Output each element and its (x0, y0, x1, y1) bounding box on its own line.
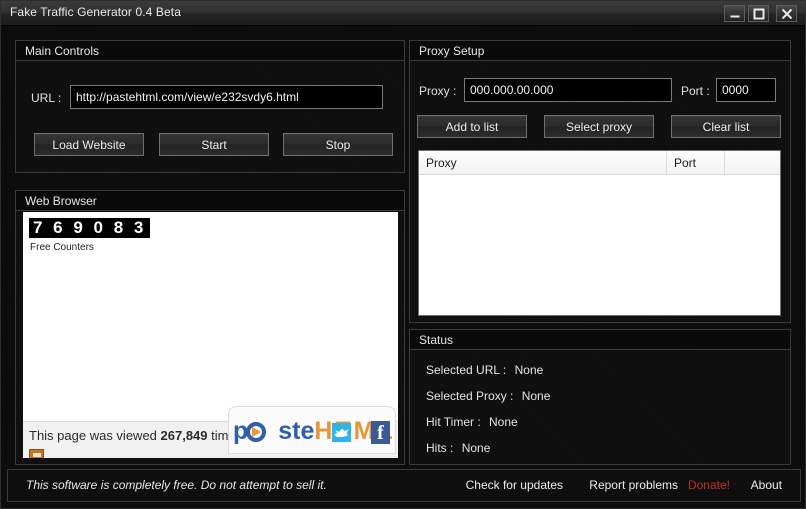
proxy-setup-header: Proxy Setup (410, 41, 790, 61)
window-title: Fake Traffic Generator 0.4 Beta (10, 5, 181, 19)
column-header-extra[interactable] (725, 151, 780, 174)
facebook-f-glyph: f (377, 422, 384, 444)
close-button[interactable] (776, 5, 797, 22)
status-title: Status (419, 333, 454, 347)
status-row: Hit Timer : None (426, 415, 518, 429)
proxy-setup-title: Proxy Setup (419, 44, 485, 58)
web-browser-header: Web Browser (16, 191, 404, 211)
disclaimer-text: This software is completely free. Do not… (26, 478, 327, 492)
browser-viewport[interactable]: 7 6 9 0 8 3 Free Counters This page was … (23, 212, 398, 458)
clear-list-button[interactable]: Clear list (671, 115, 781, 138)
url-input[interactable] (70, 85, 383, 109)
status-row: Hits : None (426, 441, 490, 455)
status-row: Selected URL : None (426, 363, 543, 377)
facebook-icon[interactable]: f (371, 421, 390, 444)
proxy-setup-group: Proxy Setup Proxy : Port : Add to list S… (409, 40, 791, 323)
main-controls-title: Main Controls (25, 44, 100, 58)
proxy-list[interactable]: Proxy Port (418, 150, 781, 316)
status-label-hits: Hits : (426, 441, 454, 455)
report-problems-link[interactable]: Report problems (589, 478, 678, 492)
app-window: Fake Traffic Generator 0.4 Beta Main Con… (0, 0, 806, 509)
select-proxy-button[interactable]: Select proxy (544, 115, 654, 138)
url-label: URL : (31, 91, 62, 105)
port-label: Port : (681, 84, 710, 98)
status-value-selected-proxy: None (521, 389, 551, 403)
donate-link[interactable]: Donate! (688, 478, 730, 492)
status-value-hit-timer: None (489, 415, 518, 429)
status-row: Selected Proxy : None (426, 389, 550, 403)
start-button[interactable]: Start (159, 133, 269, 156)
status-label-selected-proxy: Selected Proxy : (426, 389, 514, 403)
column-header-port[interactable]: Port (667, 151, 725, 174)
twitter-icon[interactable] (332, 423, 351, 442)
status-value-hits: None (461, 441, 491, 455)
status-header: Status (410, 330, 790, 350)
hit-counter-digits: 7 6 9 0 8 3 (33, 218, 147, 237)
page-badge-icon (29, 449, 44, 458)
web-browser-group: Web Browser 7 6 9 0 8 3 Free Counters Th… (15, 190, 405, 465)
hit-counter-caption: Free Counters (30, 242, 94, 253)
web-browser-title: Web Browser (25, 194, 97, 208)
page-views-text: This page was viewed 267,849 times (29, 428, 242, 443)
status-label-selected-url: Selected URL : (426, 363, 507, 377)
proxy-label: Proxy : (419, 84, 457, 98)
maximize-button[interactable] (748, 5, 769, 22)
load-website-button[interactable]: Load Website (34, 133, 144, 156)
port-input[interactable] (716, 78, 776, 102)
proxy-list-body[interactable] (419, 175, 780, 315)
app-footer: This software is completely free. Do not… (7, 469, 801, 502)
minimize-button[interactable] (724, 5, 745, 22)
pastehtml-watermark[interactable]: p steH T M L f (228, 406, 396, 454)
column-header-proxy[interactable]: Proxy (419, 151, 667, 174)
twitter-bird-glyph (334, 428, 349, 438)
status-group: Status Selected URL : None Selected Prox… (409, 329, 791, 465)
status-label-hit-timer: Hit Timer : (426, 415, 481, 429)
page-views-count: 267,849 (160, 428, 208, 443)
page-views-prefix: This page was viewed (29, 428, 161, 443)
proxy-list-header: Proxy Port (419, 151, 780, 175)
about-link[interactable]: About (751, 478, 782, 492)
add-to-list-button[interactable]: Add to list (417, 115, 527, 138)
title-bar: Fake Traffic Generator 0.4 Beta (1, 1, 805, 26)
hit-counter: 7 6 9 0 8 3 (29, 218, 151, 238)
logo-arrow-icon (252, 427, 261, 437)
proxy-input[interactable] (464, 78, 672, 102)
stop-button[interactable]: Stop (283, 133, 393, 156)
check-for-updates-link[interactable]: Check for updates (466, 478, 563, 492)
main-controls-header: Main Controls (16, 41, 404, 61)
status-value-selected-url: None (514, 363, 544, 377)
main-controls-group: Main Controls URL : Load Website Start S… (15, 40, 405, 173)
